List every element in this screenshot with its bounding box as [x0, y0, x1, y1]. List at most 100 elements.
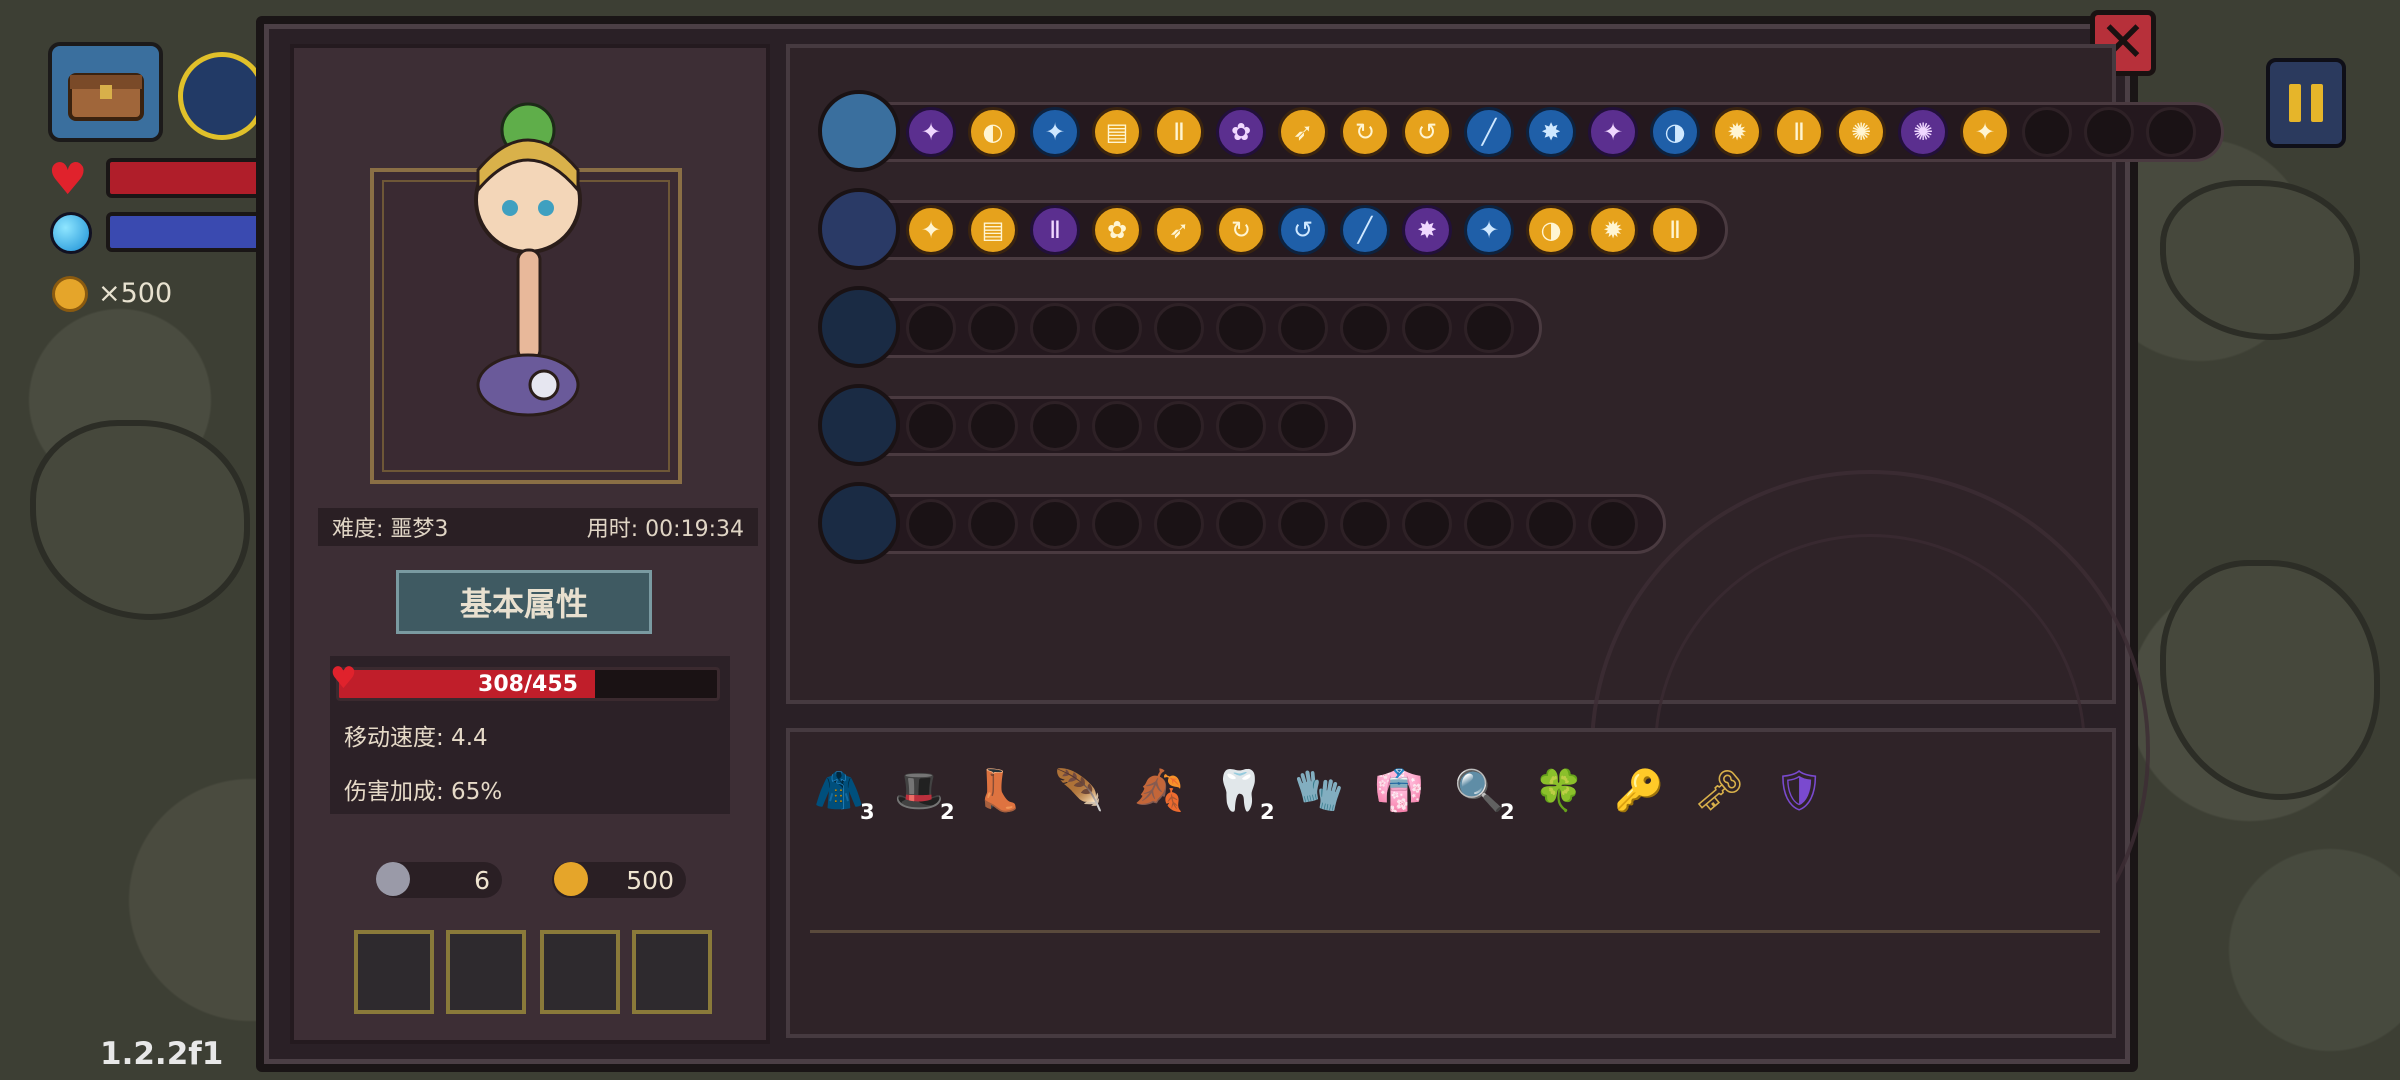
run-info-bar: 难度: 噩梦3 用时: 00:19:34 — [318, 508, 758, 546]
skill-orb[interactable]: ↺ — [1278, 205, 1328, 255]
empty-skill-slot — [1030, 303, 1080, 353]
empty-skill-slot — [1092, 401, 1142, 451]
version-label: 1.2.2f1 — [100, 1036, 224, 1072]
empty-skill-slot — [1402, 499, 1452, 549]
character-portrait — [448, 90, 608, 430]
skill-orb[interactable]: ✸ — [1526, 107, 1576, 157]
empty-skill-slot — [1092, 499, 1142, 549]
robe-icon[interactable]: 👘 — [1368, 760, 1430, 822]
heart-icon: ♥ — [330, 661, 357, 696]
mana-bar — [106, 212, 266, 252]
equipment-slot[interactable] — [354, 930, 434, 1014]
skill-orb[interactable]: ✦ — [1960, 107, 2010, 157]
skill-orb[interactable]: ✦ — [906, 107, 956, 157]
damage-bonus-stat: 伤害加成: 65% — [344, 779, 503, 805]
skill-orb[interactable]: ◑ — [1526, 205, 1576, 255]
items-divider — [810, 930, 2100, 933]
skill-orb[interactable]: ◑ — [1650, 107, 1700, 157]
skill-orb[interactable]: ╱ — [1340, 205, 1390, 255]
skill-orb[interactable]: ✦ — [1030, 107, 1080, 157]
skill-orb[interactable]: Ⅱ — [1154, 107, 1204, 157]
pause-button[interactable] — [2266, 58, 2346, 148]
empty-skill-slot — [1216, 401, 1266, 451]
skill-orb[interactable]: Ⅱ — [1030, 205, 1080, 255]
item-count: 2 — [1500, 800, 1515, 824]
empty-skill-slot — [1030, 499, 1080, 549]
feather-icon[interactable]: 🪶 — [1048, 760, 1110, 822]
empty-skill-slot — [968, 303, 1018, 353]
skill-orb[interactable]: ↻ — [1340, 107, 1390, 157]
clover-icon[interactable]: 🍀 — [1528, 760, 1590, 822]
skill-orb[interactable]: ✿ — [1216, 107, 1266, 157]
spellbook-icon[interactable] — [178, 52, 266, 140]
skill-orb[interactable]: ✹ — [1588, 205, 1638, 255]
rainbow-shield-icon[interactable]: 🛡 — [1768, 760, 1830, 822]
skill-orb[interactable]: ✺ — [1836, 107, 1886, 157]
coin-icon — [554, 862, 588, 896]
mace-icon[interactable] — [818, 482, 900, 564]
key-icon[interactable]: 🔑 — [1608, 760, 1670, 822]
chest-icon[interactable] — [818, 90, 900, 172]
skill-orb[interactable]: ✸ — [1402, 205, 1452, 255]
empty-skill-slot — [906, 303, 956, 353]
skill-orb[interactable]: ✺ — [1898, 107, 1948, 157]
empty-skill-slot — [906, 401, 956, 451]
empty-skill-slot — [1402, 303, 1452, 353]
skill-orb[interactable]: ✿ — [1092, 205, 1142, 255]
empty-skill-slot — [1340, 303, 1390, 353]
mana-icon — [50, 212, 92, 254]
equipment-slot[interactable] — [446, 930, 526, 1014]
pause-icon — [2289, 84, 2301, 122]
skill-orb[interactable]: Ⅱ — [1650, 205, 1700, 255]
empty-skill-slot — [1464, 303, 1514, 353]
skill-orb[interactable]: ✦ — [1588, 107, 1638, 157]
empty-skill-slot — [1278, 499, 1328, 549]
heart-icon: ♥ — [48, 154, 88, 205]
empty-skill-slot — [1278, 401, 1328, 451]
skill-orb[interactable]: ➶ — [1154, 205, 1204, 255]
empty-skill-slot — [1092, 303, 1142, 353]
move-speed-stat: 移动速度: 4.4 — [344, 725, 488, 751]
coin-count: ×500 — [98, 278, 173, 309]
skill-orb[interactable]: ◐ — [968, 107, 1018, 157]
skill-orb[interactable]: ↺ — [1402, 107, 1452, 157]
empty-skill-slot — [1216, 499, 1266, 549]
empty-skill-slot — [906, 499, 956, 549]
skill-orb[interactable]: ✦ — [906, 205, 956, 255]
bone-key-icon[interactable]: 🗝 — [1688, 760, 1750, 822]
chest-icon[interactable] — [48, 42, 163, 142]
skill-orb[interactable]: ▤ — [968, 205, 1018, 255]
skill-orb[interactable]: ✹ — [1712, 107, 1762, 157]
spear-icon[interactable] — [818, 384, 900, 466]
empty-skill-slot — [2084, 107, 2134, 157]
empty-skill-slot — [1526, 499, 1576, 549]
empty-skill-slot — [1154, 303, 1204, 353]
skill-orb[interactable]: ╱ — [1464, 107, 1514, 157]
gauntlet-icon[interactable]: 🧤 — [1288, 760, 1350, 822]
base-attributes-title: 基本属性 — [396, 570, 652, 634]
skill-orb[interactable]: Ⅱ — [1774, 107, 1824, 157]
empty-skill-slot — [1278, 303, 1328, 353]
item-count: 2 — [940, 800, 955, 824]
skill-orb[interactable]: ↻ — [1216, 205, 1266, 255]
empty-skill-slot — [1588, 499, 1638, 549]
skill-orb[interactable]: ➶ — [1278, 107, 1328, 157]
empty-skill-slot — [1154, 499, 1204, 549]
equipment-slot[interactable] — [540, 930, 620, 1014]
hp-bar: 308/455 — [336, 667, 720, 701]
leaf-icon[interactable]: 🍂 — [1128, 760, 1190, 822]
empty-skill-slot — [1154, 401, 1204, 451]
empty-skill-slot — [1030, 401, 1080, 451]
equipment-slot[interactable] — [632, 930, 712, 1014]
difficulty-label: 难度: 噩梦3 — [332, 517, 449, 542]
dagger-icon[interactable] — [818, 286, 900, 368]
skill-orb[interactable]: ✦ — [1464, 205, 1514, 255]
empty-skill-slot — [968, 499, 1018, 549]
skill-orb[interactable]: ▤ — [1092, 107, 1142, 157]
item-count: 2 — [1260, 800, 1275, 824]
boot-icon[interactable]: 👢 — [968, 760, 1030, 822]
spellbook-icon[interactable] — [818, 188, 900, 270]
time-used-label: 用时: 00:19:34 — [586, 517, 744, 542]
empty-skill-slot — [2146, 107, 2196, 157]
empty-skill-slot — [968, 401, 1018, 451]
